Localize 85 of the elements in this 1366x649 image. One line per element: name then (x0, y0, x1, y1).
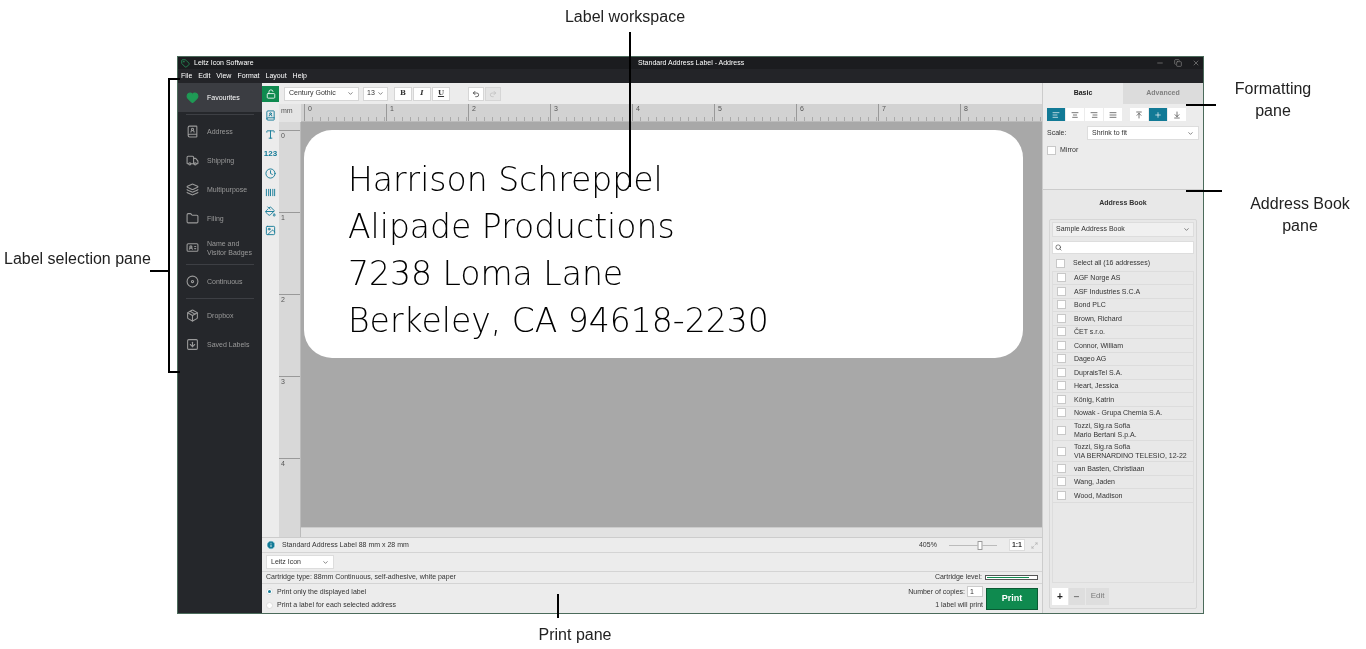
align-button[interactable] (1047, 108, 1065, 121)
image-icon[interactable] (265, 225, 276, 236)
label-text-line: 7238 Loma Lane (348, 253, 625, 295)
address-checkbox[interactable] (1057, 446, 1066, 456)
search-icon (1055, 243, 1062, 251)
close-icon[interactable] (1192, 59, 1200, 67)
align-right-icon (1090, 110, 1098, 119)
address-checkbox[interactable] (1057, 340, 1066, 350)
fit-icon[interactable] (1031, 541, 1038, 549)
number-tool[interactable]: 123 (263, 148, 278, 160)
undo-button[interactable] (468, 86, 484, 101)
address-checkbox[interactable] (1057, 367, 1066, 377)
info-icon (266, 540, 276, 550)
undo-icon (472, 89, 480, 98)
align-bottom-icon (1173, 110, 1181, 119)
id-card-icon (186, 241, 199, 254)
align-left-icon (1052, 110, 1060, 119)
horizontal-scrollbar[interactable] (301, 527, 1042, 537)
leader-line (150, 270, 168, 272)
label-text-line: Harrison Schreppel (348, 159, 664, 201)
address-book-icon (186, 125, 199, 138)
align-button[interactable] (1168, 108, 1186, 121)
align-justify-icon (1109, 110, 1117, 119)
paint-bucket-icon[interactable] (265, 206, 276, 217)
address-checkbox[interactable] (1057, 300, 1066, 310)
mirror-checkbox[interactable] (1047, 145, 1056, 155)
label-text-line: Alipade Productions (348, 206, 676, 248)
label-preview[interactable]: Harrison Schreppel Alipade Productions 7238 Loma Lane Berkeley, CA 94618-2230 (304, 130, 1023, 358)
align-button[interactable] (1130, 108, 1148, 121)
callout-label: Address Book pane (1249, 194, 1351, 236)
align-center-icon (1071, 110, 1079, 119)
leader-line (557, 594, 559, 618)
callout-label: Label selection pane (4, 249, 151, 269)
download-icon (186, 338, 199, 351)
align-button[interactable] (1149, 108, 1167, 121)
callout-label: Formatting pane (1233, 79, 1313, 121)
callout-label: Print pane (538, 625, 612, 645)
minimize-icon[interactable] (1156, 59, 1164, 67)
caret-icon (322, 558, 329, 566)
zoom-slider-thumb[interactable] (977, 540, 983, 550)
address-checkbox[interactable] (1057, 408, 1066, 418)
address-checkbox[interactable] (1057, 381, 1066, 391)
address-checkbox[interactable] (1057, 313, 1066, 323)
disc-icon (186, 275, 199, 288)
clock-icon[interactable] (265, 168, 276, 179)
align-button[interactable] (1066, 108, 1084, 121)
radio-button[interactable] (266, 588, 273, 596)
address-checkbox[interactable] (1057, 354, 1066, 364)
redo-icon (489, 89, 497, 98)
caret-icon (1187, 129, 1194, 137)
search-field[interactable] (1052, 240, 1194, 254)
caret-icon (347, 90, 354, 97)
address-book-icon[interactable] (265, 110, 276, 121)
caret-icon (377, 90, 384, 97)
address-checkbox[interactable] (1057, 490, 1066, 500)
box-icon (186, 309, 199, 322)
align-middle-icon (1154, 110, 1162, 119)
heart-icon (186, 91, 199, 104)
align-button[interactable] (1085, 108, 1103, 121)
lock-button[interactable] (262, 86, 279, 102)
address-checkbox[interactable] (1057, 273, 1066, 283)
address-checkbox[interactable] (1057, 327, 1066, 337)
callout-label: Label workspace (564, 7, 686, 27)
text-icon[interactable] (265, 129, 276, 140)
add-button[interactable]: + (1052, 587, 1068, 605)
address-checkbox[interactable] (1057, 394, 1066, 404)
address-checkbox[interactable] (1057, 425, 1066, 435)
restore-icon[interactable] (1174, 59, 1182, 67)
caret-icon (1183, 225, 1190, 233)
address-checkbox[interactable] (1057, 463, 1066, 473)
truck-icon (186, 154, 199, 167)
barcode-icon[interactable] (265, 187, 276, 198)
label-text-line: Berkeley, CA 94618-2230 (348, 300, 770, 342)
align-button[interactable] (1104, 108, 1122, 121)
select-all-checkbox[interactable] (1056, 259, 1065, 268)
leader-line (1186, 190, 1222, 192)
layers-icon (186, 183, 199, 196)
folder-icon (186, 212, 199, 225)
address-checkbox[interactable] (1057, 477, 1066, 487)
address-checkbox[interactable] (1057, 286, 1066, 296)
align-top-icon (1135, 110, 1143, 119)
radio-button[interactable] (266, 601, 273, 609)
leader-line (1186, 104, 1216, 106)
app-logo-icon (181, 58, 190, 68)
print-button[interactable]: Print (986, 587, 1038, 610)
